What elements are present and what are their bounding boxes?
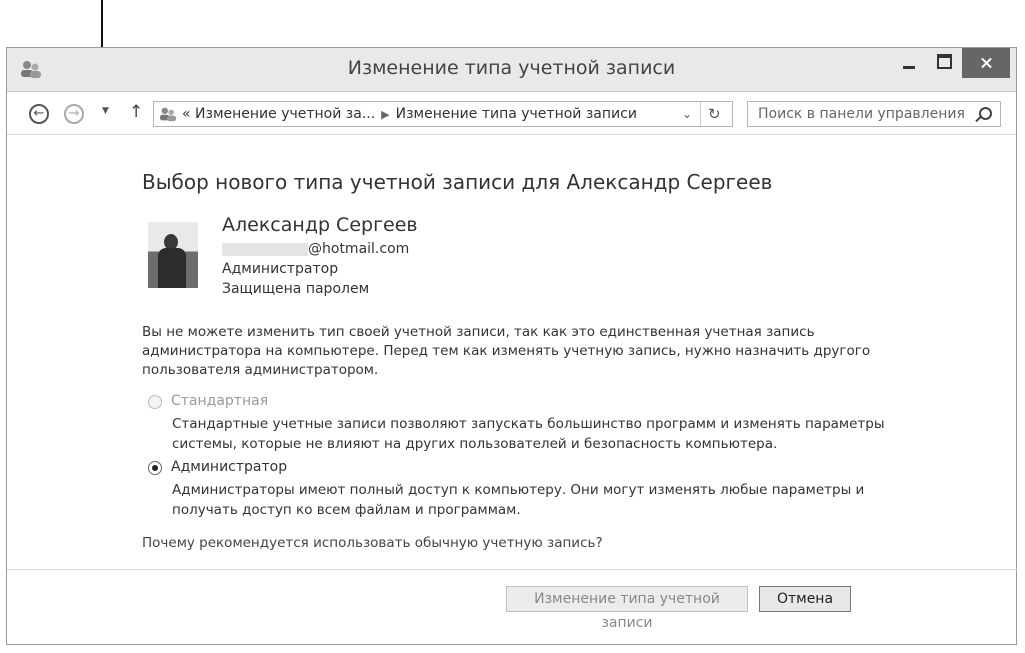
back-button[interactable]: ← xyxy=(29,104,49,124)
breadcrumb-change-account-type[interactable]: Изменение типа учетной записи xyxy=(396,106,637,122)
email-redaction xyxy=(222,242,308,256)
radio-administrator-label: Администратор xyxy=(171,459,288,475)
user-role: Администратор xyxy=(222,261,339,277)
recent-pages-dropdown[interactable]: ▼ xyxy=(102,106,109,116)
minimize-button[interactable] xyxy=(892,48,926,78)
close-button[interactable] xyxy=(962,48,1010,78)
radio-standard-label: Стандартная xyxy=(171,393,269,409)
breadcrumb-separator-icon[interactable]: ▶ xyxy=(375,108,395,121)
chevron-down-icon[interactable]: ⌄ xyxy=(682,102,692,126)
page-title: Выбор нового типа учетной записи для Але… xyxy=(142,170,773,194)
help-link[interactable]: Почему рекомендуется использовать обычну… xyxy=(142,535,603,551)
avatar xyxy=(148,222,198,288)
refresh-icon[interactable]: ↻ xyxy=(708,102,721,126)
search-placeholder: Поиск в панели управления xyxy=(758,106,965,122)
address-divider xyxy=(700,102,701,126)
up-arrow-icon: ↑ xyxy=(129,102,144,122)
radio-administrator-description: Администраторы имеют полный доступ к ком… xyxy=(172,482,865,518)
forward-button[interactable]: → xyxy=(64,104,84,124)
address-bar[interactable]: « Изменение учетной за... ▶ Изменение типа… xyxy=(153,101,733,127)
window-title: Изменение типа учетной записи xyxy=(347,57,676,79)
breadcrumb-change-account[interactable]: Изменение учетной за... xyxy=(195,106,375,122)
user-email: @hotmail.com xyxy=(222,241,409,257)
radio-standard[interactable] xyxy=(148,395,162,409)
title-bar: Изменение типа учетной записи xyxy=(7,48,1016,92)
back-arrow-icon: ← xyxy=(33,106,45,121)
footer-divider xyxy=(7,569,1017,570)
maximize-button[interactable] xyxy=(926,48,960,78)
breadcrumb-overflow[interactable]: « xyxy=(182,106,191,122)
user-accounts-icon xyxy=(160,107,176,122)
search-icon[interactable] xyxy=(979,107,992,120)
user-password-status: Защищена паролем xyxy=(222,281,370,297)
change-account-type-button[interactable]: Изменение типа учетной записи xyxy=(506,586,748,631)
cancel-button[interactable]: Отмена xyxy=(759,586,851,612)
forward-arrow-icon: → xyxy=(68,106,80,121)
info-note: Вы не можете изменить тип своей учетной … xyxy=(142,324,871,378)
user-name: Александр Сергеев xyxy=(222,214,418,236)
navigation-bar: ← → ▼ ↑ « Изменение учетной за... ▶ Измене… xyxy=(7,92,1016,135)
up-button[interactable]: ↑ xyxy=(129,102,143,122)
user-email-suffix: @hotmail.com xyxy=(308,241,410,257)
radio-administrator[interactable] xyxy=(148,461,162,475)
search-input[interactable]: Поиск в панели управления xyxy=(747,101,1001,127)
radio-standard-description: Стандартные учетные записи позволяют зап… xyxy=(172,416,885,452)
